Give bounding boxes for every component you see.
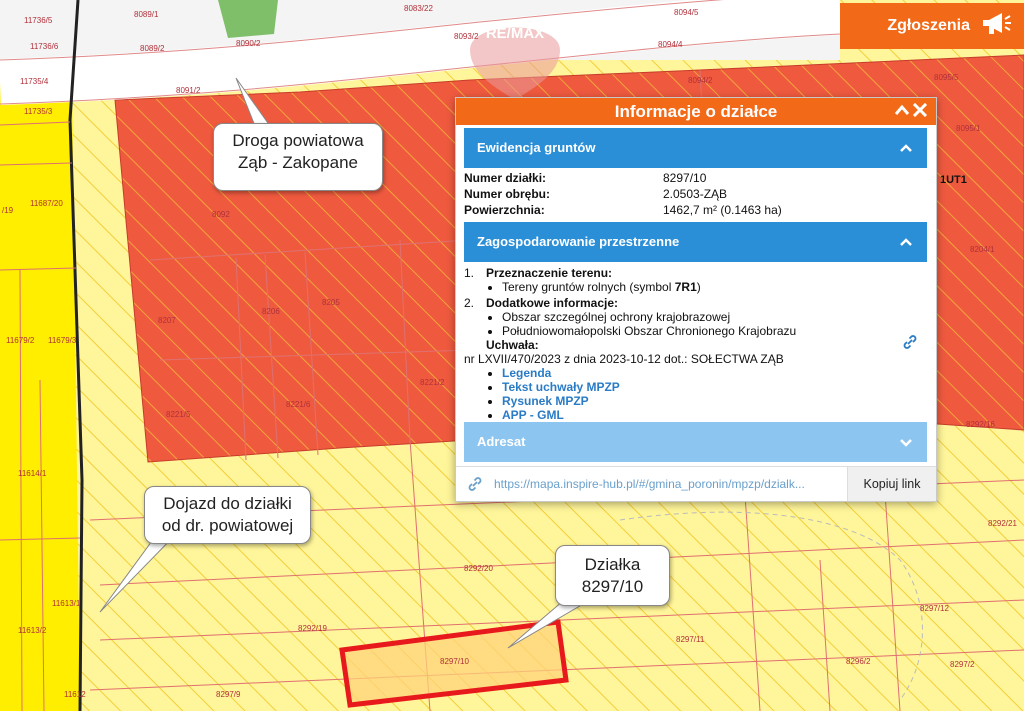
section-adresat[interactable]: Adresat <box>464 422 927 462</box>
close-icon[interactable] <box>912 98 928 125</box>
item-number: 2. <box>464 296 475 310</box>
parcel-label: 8221/2 <box>420 378 445 387</box>
resolution-text-link[interactable]: Tekst uchwały MPZP <box>502 380 620 394</box>
parcel-label: 8292/16 <box>966 420 995 429</box>
share-url[interactable]: https://mapa.inspire-hub.pl/#/gmina_poro… <box>494 477 844 491</box>
popup-header: Informacje o działce <box>456 98 936 125</box>
parcel-label: /19 <box>2 206 14 215</box>
plot-callout-line2: 8297/10 <box>581 577 644 596</box>
parcel-label: 11736/5 <box>24 16 53 25</box>
parcel-label: 8297/11 <box>676 635 705 644</box>
parcel-label: 8207 <box>158 316 176 325</box>
chevron-up-icon <box>899 222 913 262</box>
resolution-text: nr LXVII/470/2023 z dnia 2023-10-12 dot.… <box>464 352 784 366</box>
app-gml-link[interactable]: APP - GML <box>502 408 564 422</box>
plan-drawing-link[interactable]: Rysunek MPZP <box>502 394 589 408</box>
legend-link[interactable]: Legenda <box>502 366 551 380</box>
section-ewidencja-title: Ewidencja gruntów <box>477 140 596 155</box>
parcel-label: 8095/5 <box>934 73 959 82</box>
parcel-label: 11613/2 <box>18 626 47 635</box>
item-title: Dodatkowe informacje: <box>486 296 619 310</box>
parcel-label: 8221/5 <box>166 410 191 419</box>
parcel-label: 8091/2 <box>176 86 201 95</box>
row-value: 2.0503-ZĄB <box>663 187 728 201</box>
parcel-label: 8093/2 <box>454 32 479 41</box>
item-number: 1. <box>464 266 475 280</box>
section-zagospodarowanie-title: Zagospodarowanie przestrzenne <box>477 234 680 249</box>
road-callout-line1: Droga powiatowa <box>232 131 364 150</box>
parcel-label: 8089/2 <box>140 44 165 53</box>
zoning-symbol: 7R1 <box>674 280 697 294</box>
parcel-label: 8292/21 <box>988 519 1017 528</box>
row-value: 1462,7 m² (0.1463 ha) <box>663 203 782 217</box>
parcel-label: 8204/1 <box>970 245 995 254</box>
zagospodarowanie-content: 1. Przeznaczenie terenu: Tereny gruntów … <box>464 266 904 422</box>
info-bullet: Południowomałopolski Obszar Chronionego … <box>502 324 904 338</box>
copy-link-button[interactable]: Kopiuj link <box>847 467 936 501</box>
parcel-label: 8094/4 <box>658 40 683 49</box>
parcel-label: 8292/20 <box>464 564 493 573</box>
green-area <box>218 0 278 38</box>
parcel-label: 8089/1 <box>134 10 159 19</box>
share-link-row: https://mapa.inspire-hub.pl/#/gmina_poro… <box>456 466 936 501</box>
parcel-label: 11687/20 <box>30 199 63 208</box>
parcel-label: 8090/2 <box>236 39 261 48</box>
access-callout: Dojazd do działki od dr. powiatowej <box>144 486 311 544</box>
zoning-item-1: 1. Przeznaczenie terenu: Tereny gruntów … <box>464 266 904 294</box>
plot-info-popup: Informacje o działce Ewidencja gruntów N… <box>455 97 937 502</box>
row-key: Powierzchnia: <box>464 203 545 217</box>
parcel-label: 8206 <box>262 307 280 316</box>
row-key: Numer obrębu: <box>464 187 551 201</box>
info-bullet: Obszar szczególnej ochrony krajobrazowej <box>502 310 904 324</box>
parcel-label: 11735/3 <box>24 107 53 116</box>
item-title: Przeznaczenie terenu: <box>486 266 613 280</box>
zone-label: 1UT1 <box>940 174 967 186</box>
access-callout-line2: od dr. powiatowej <box>161 516 294 535</box>
land-use-bullet: Tereny gruntów rolnych (symbol 7R1) <box>502 280 904 294</box>
road-callout-line2: Ząb - Zakopane <box>237 153 358 172</box>
link-icon[interactable] <box>902 334 918 355</box>
watermark-text: RE/MAX <box>486 25 544 42</box>
parcel-label: 8083/22 <box>404 4 433 13</box>
section-zagospodarowanie[interactable]: Zagospodarowanie przestrzenne <box>464 222 927 262</box>
parcel-label: 11614/1 <box>18 469 47 478</box>
parcel-label: 8297/12 <box>920 604 949 613</box>
chevron-up-icon <box>899 128 913 168</box>
parcel-label: 11735/4 <box>20 77 49 86</box>
parcel-label: 8297/10 <box>440 657 469 666</box>
parcel-label: 8094/5 <box>674 8 699 17</box>
popup-title: Informacje o działce <box>614 102 778 121</box>
parcel-label: 11612 <box>64 690 86 699</box>
megaphone-icon <box>980 11 1012 42</box>
plot-callout: Działka 8297/10 <box>555 545 670 606</box>
parcel-label: 11679/2 <box>6 336 35 345</box>
row-value: 8297/10 <box>663 171 707 185</box>
section-adresat-title: Adresat <box>477 434 526 449</box>
parcel-label: 8095/1 <box>956 124 981 133</box>
section-ewidencja[interactable]: Ewidencja gruntów <box>464 128 927 168</box>
parcel-label: 11736/6 <box>30 42 59 51</box>
parcel-label: 11613/1 <box>52 599 81 608</box>
row-key: Numer działki: <box>464 171 547 185</box>
parcel-label: 8094/2 <box>688 76 713 85</box>
report-button-label: Zgłoszenia <box>887 17 970 34</box>
zoning-item-2: 2. Dodatkowe informacje: Obszar szczegól… <box>464 296 904 422</box>
plot-callout-line1: Działka <box>584 555 641 574</box>
road-callout: Droga powiatowa Ząb - Zakopane <box>213 123 383 191</box>
access-callout-line1: Dojazd do działki <box>163 494 292 513</box>
parcel-label: 11679/3 <box>48 336 77 345</box>
parcel-label: 8296/2 <box>846 657 871 666</box>
parcel-label: 8297/9 <box>216 690 241 699</box>
chevron-down-icon <box>899 422 913 462</box>
parcel-label: 8297/2 <box>950 660 975 669</box>
parcel-label: 8292/19 <box>298 624 327 633</box>
parcel-label: 8205 <box>322 298 340 307</box>
link-icon <box>467 476 483 497</box>
resolution-label: Uchwała: <box>486 338 539 352</box>
parcel-label: 8221/6 <box>286 400 311 409</box>
report-button[interactable]: Zgłoszenia <box>840 3 1024 49</box>
parcel-label: 8092 <box>212 210 230 219</box>
collapse-icon[interactable] <box>894 98 910 125</box>
